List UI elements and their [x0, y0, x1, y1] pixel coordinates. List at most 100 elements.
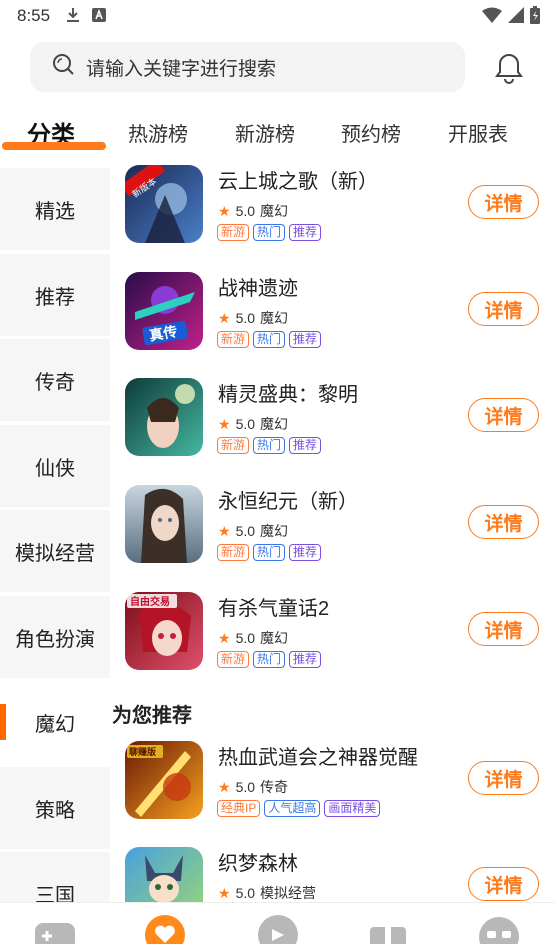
- tag-badge: 热门: [253, 651, 286, 668]
- tag-badge: 新游: [217, 331, 250, 348]
- game-rating: 5.0: [235, 310, 256, 326]
- tag-badge: 画面精美: [324, 800, 381, 817]
- game-title: 织梦森林: [218, 853, 298, 875]
- detail-button[interactable]: 详情: [468, 292, 539, 326]
- detail-button[interactable]: 详情: [468, 505, 539, 539]
- sidebar-item-featured[interactable]: 精选: [0, 168, 110, 250]
- tag-badge: 推荐: [289, 224, 322, 241]
- game-genre: 魔幻: [260, 523, 289, 539]
- game-genre: 传奇: [260, 779, 289, 795]
- sidebar-item-strategy[interactable]: 策略: [0, 767, 110, 849]
- sidebar-item-rpg[interactable]: 角色扮演: [0, 596, 110, 678]
- game-thumbnail: 聊赚版: [125, 741, 203, 819]
- game-title: 有杀气童话2: [218, 598, 330, 620]
- wifi-icon: [482, 7, 502, 28]
- tag-badge: 人气超高: [264, 800, 321, 817]
- download-icon: [66, 7, 80, 28]
- detail-button[interactable]: 详情: [468, 185, 539, 219]
- game-rating: 5.0: [235, 416, 256, 432]
- tag-badge: 新游: [217, 437, 250, 454]
- tag-badge: 热门: [253, 437, 286, 454]
- star-icon: ★: [218, 778, 231, 795]
- recommended-game-item[interactable]: 聊赚版 热血武道会之神器觉醒 ★ 5.0 传奇 经典IP 人气超高 画面精美 详情: [110, 741, 554, 847]
- active-tab-indicator: [2, 142, 106, 150]
- sidebar-item-label: 推荐: [35, 286, 75, 309]
- status-bar: 8:55: [0, 0, 554, 30]
- sidebar-item-legend[interactable]: 传奇: [0, 339, 110, 421]
- search-icon: [52, 53, 76, 82]
- detail-button[interactable]: 详情: [468, 867, 539, 901]
- game-title: 精灵盛典：黎明: [218, 384, 358, 406]
- sidebar-item-label: 魔幻: [35, 713, 75, 736]
- gift-icon[interactable]: [366, 913, 410, 944]
- tab-preorder[interactable]: 预约榜: [341, 118, 401, 147]
- tab-hot-games[interactable]: 热游榜: [128, 118, 188, 147]
- sidebar-item-xianxia[interactable]: 仙侠: [0, 425, 110, 507]
- game-list-item[interactable]: 自由交易 有杀气童话2 ★ 5.0 魔幻 新游 热门 推荐 详情: [110, 592, 554, 698]
- game-genre: 模拟经营: [260, 885, 317, 901]
- active-sidebar-marker: [0, 704, 6, 740]
- search-placeholder: 请输入关键字进行搜索: [86, 58, 277, 80]
- thumb-caption: 自由交易: [130, 595, 170, 608]
- sidebar-item-label: 角色扮演: [15, 628, 95, 651]
- game-list-item[interactable]: 真传 战神遗迹 ★ 5.0 魔幻 新游 热门 推荐 详情: [110, 272, 554, 378]
- game-thumbnail: 自由交易: [125, 592, 203, 670]
- game-list-item[interactable]: 精灵盛典：黎明 ★ 5.0 魔幻 新游 热门 推荐 详情: [110, 378, 554, 484]
- star-icon: ★: [218, 415, 231, 432]
- tag-badge: 推荐: [289, 544, 322, 561]
- tag-badge: 热门: [253, 331, 286, 348]
- tag-badge: 推荐: [289, 331, 322, 348]
- detail-button[interactable]: 详情: [468, 612, 539, 646]
- tag-badge: 推荐: [289, 437, 322, 454]
- game-thumbnail: [125, 485, 203, 563]
- detail-button[interactable]: 详情: [468, 398, 539, 432]
- search-input[interactable]: 请输入关键字进行搜索: [30, 42, 465, 92]
- detail-button[interactable]: 详情: [468, 761, 539, 795]
- notification-bell-icon[interactable]: [494, 52, 524, 84]
- tag-badge: 新游: [217, 651, 250, 668]
- star-icon: ★: [218, 202, 231, 219]
- game-genre: 魔幻: [260, 416, 289, 432]
- game-title: 云上城之歌（新）: [218, 171, 378, 193]
- sidebar-item-three-kingdoms[interactable]: 三国: [0, 852, 110, 904]
- signal-icon: [508, 7, 524, 28]
- game-title: 热血武道会之神器觉醒: [218, 747, 418, 769]
- a-badge-icon: [92, 8, 106, 27]
- sidebar-item-label: 模拟经营: [15, 542, 95, 565]
- profile-icon[interactable]: [477, 913, 521, 944]
- game-thumbnail: 新版本: [125, 165, 203, 243]
- category-sidebar: 精选 推荐 传奇 仙侠 模拟经营 角色扮演 魔幻 策略 三国: [0, 168, 110, 904]
- game-list-item[interactable]: 永恒纪元（新） ★ 5.0 魔幻 新游 热门 推荐 详情: [110, 485, 554, 591]
- game-list-item[interactable]: 新版本 云上城之歌（新） ★ 5.0 魔幻 新游 热门 推荐 详情: [110, 165, 554, 271]
- recommend-section-title: 为您推荐: [112, 705, 192, 727]
- discover-icon[interactable]: [256, 913, 300, 944]
- game-controller-icon[interactable]: [33, 913, 77, 944]
- game-title: 永恒纪元（新）: [218, 491, 358, 513]
- sidebar-item-fantasy[interactable]: 魔幻: [0, 681, 110, 763]
- tag-badge: 经典IP: [217, 800, 261, 817]
- game-rating: 5.0: [235, 885, 256, 901]
- sidebar-item-simulation[interactable]: 模拟经营: [0, 510, 110, 592]
- game-rating: 5.0: [235, 523, 256, 539]
- sidebar-item-label: 传奇: [35, 371, 75, 394]
- sidebar-item-label: 精选: [35, 200, 75, 223]
- sidebar-item-recommended[interactable]: 推荐: [0, 254, 110, 336]
- bottom-navigation: [0, 902, 554, 944]
- sidebar-item-label: 仙侠: [35, 457, 75, 480]
- tab-server-list[interactable]: 开服表: [448, 118, 508, 147]
- heart-chat-icon[interactable]: [143, 913, 187, 944]
- game-thumbnail: 真传: [125, 272, 203, 350]
- thumb-caption: 聊赚版: [129, 746, 156, 758]
- battery-icon: [530, 6, 540, 29]
- game-genre: 魔幻: [260, 203, 289, 219]
- sidebar-item-label: 策略: [35, 799, 75, 822]
- star-icon: ★: [218, 522, 231, 539]
- tab-new-games[interactable]: 新游榜: [235, 118, 295, 147]
- sidebar-item-label: 三国: [35, 884, 75, 905]
- tag-badge: 热门: [253, 544, 286, 561]
- status-time: 8:55: [17, 6, 51, 25]
- game-rating: 5.0: [235, 630, 256, 646]
- game-thumbnail: [125, 378, 203, 456]
- tag-badge: 热门: [253, 224, 286, 241]
- tag-badge: 新游: [217, 224, 250, 241]
